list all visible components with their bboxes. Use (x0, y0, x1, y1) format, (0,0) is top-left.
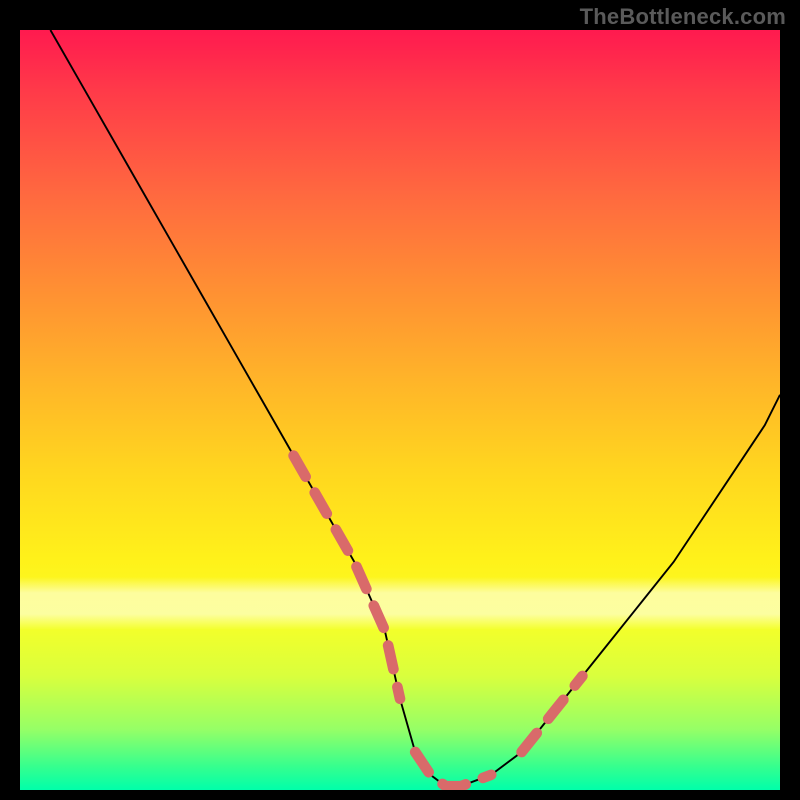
bottleneck-curve (50, 30, 780, 786)
highlight-segment-right (522, 676, 583, 752)
highlight-segment-bottom (415, 752, 491, 786)
curve-layer (20, 30, 780, 790)
watermark-text: TheBottleneck.com (580, 4, 786, 30)
chart-frame: TheBottleneck.com (0, 0, 800, 800)
highlight-segment-left (294, 456, 400, 699)
plot-area (20, 30, 780, 790)
